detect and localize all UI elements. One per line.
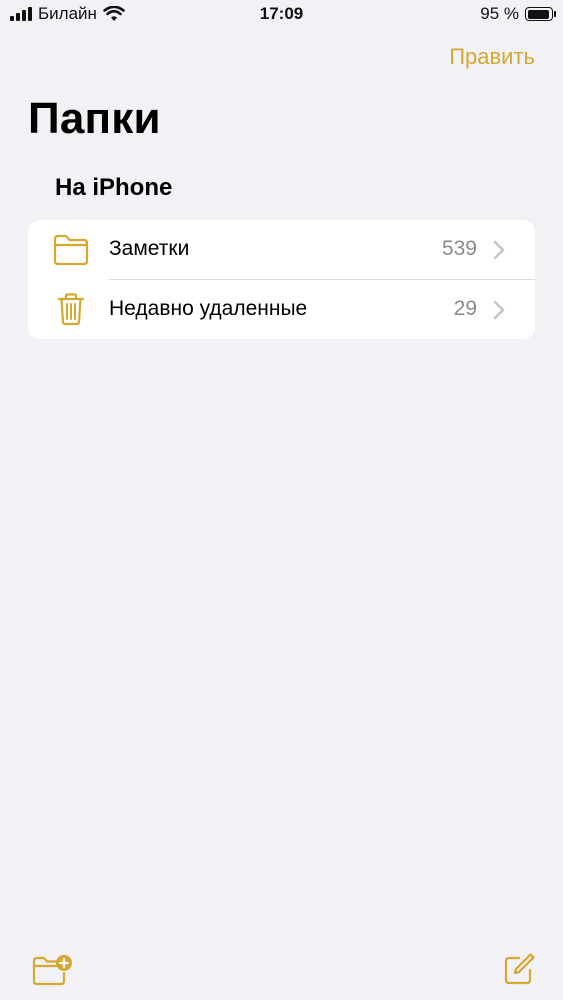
status-time: 17:09 xyxy=(259,4,304,23)
folder-icon xyxy=(53,234,89,266)
chevron-right-icon xyxy=(493,300,505,320)
trash-icon xyxy=(57,293,85,326)
folder-count: 539 xyxy=(441,237,477,260)
folder-label: Заметки xyxy=(109,237,190,260)
section-header-on-iphone[interactable]: На iPhone xyxy=(55,174,172,202)
folder-row-notes[interactable]: Заметки 539 xyxy=(28,220,535,280)
folder-row-recently-deleted[interactable]: Недавно удаленные 29 xyxy=(28,280,535,339)
status-right: 95 % xyxy=(480,4,556,24)
battery-icon xyxy=(525,7,556,21)
notes-folders-screen: Билайн 17:09 95 % Править Папки На iPhon… xyxy=(0,0,563,1000)
battery-percentage: 95 % xyxy=(480,4,519,23)
folder-list: Заметки 539 Недавно удаленные 29 xyxy=(28,220,535,339)
battery-fill xyxy=(527,9,550,19)
chevron-right-icon xyxy=(493,240,505,260)
folder-count: 29 xyxy=(453,297,477,320)
new-folder-icon[interactable] xyxy=(32,954,74,986)
page-title: Папки xyxy=(28,94,161,143)
edit-button[interactable]: Править xyxy=(449,44,535,70)
status-bar: Билайн 17:09 95 % xyxy=(0,0,563,30)
folder-label: Недавно удаленные xyxy=(109,297,308,320)
compose-icon[interactable] xyxy=(503,952,535,986)
